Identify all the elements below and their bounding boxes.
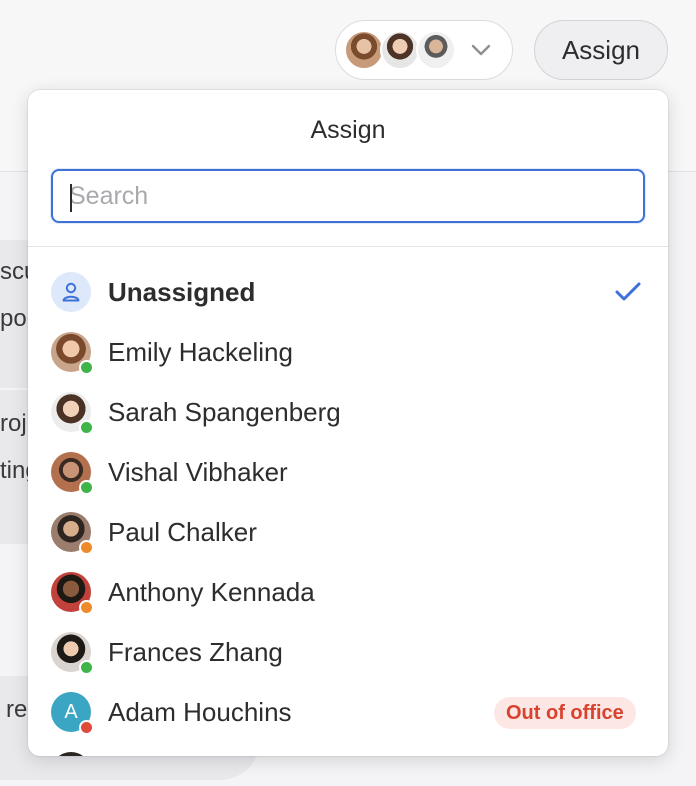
status-online-icon: [79, 480, 94, 495]
list-item-label: Frances Zhang: [108, 637, 283, 667]
avatar: [51, 512, 94, 555]
avatar: A: [51, 692, 94, 735]
status-away-icon: [79, 540, 94, 555]
text-caret: [70, 184, 72, 212]
user-icon: [51, 272, 91, 312]
assign-button[interactable]: Assign: [534, 20, 668, 80]
list-item-sarah-spangenberg[interactable]: Sarah Spangenberg: [28, 382, 668, 442]
avatar: [51, 632, 94, 675]
search-field[interactable]: [51, 169, 645, 223]
list-item-frances-zhang[interactable]: Frances Zhang: [28, 622, 668, 682]
background-text: po: [0, 305, 27, 332]
status-badge: Out of office: [494, 697, 636, 729]
status-online-icon: [79, 360, 94, 375]
avatar: [344, 30, 384, 70]
status-away-icon: [79, 600, 94, 615]
dropdown-title: Assign: [310, 116, 386, 144]
list-item-emily-hackeling[interactable]: Emily Hackeling: [28, 322, 668, 382]
assignee-list: Unassigned Emily Hackeling Sarah Spangen…: [28, 262, 668, 742]
background-text: re: [6, 696, 28, 723]
list-item-label: Anthony Kennada: [108, 577, 315, 607]
avatar: [416, 30, 456, 70]
list-item-vishal-vibhaker[interactable]: Vishal Vibhaker: [28, 442, 668, 502]
status-online-icon: [79, 420, 94, 435]
chevron-down-icon: [470, 39, 492, 61]
list-item-label: Emily Hackeling: [108, 337, 293, 367]
status-online-icon: [79, 660, 94, 675]
assign-dropdown: Assign Unassigned Emily Hac: [28, 90, 668, 756]
avatar: [51, 392, 94, 435]
status-busy-icon: [79, 720, 94, 735]
list-item-label: Paul Chalker: [108, 517, 257, 547]
list-item-adam-houchins[interactable]: A Adam Houchins Out of office: [28, 682, 668, 742]
list-item-anthony-kennada[interactable]: Anthony Kennada: [28, 562, 668, 622]
avatar: [51, 752, 91, 756]
checkmark-icon: [614, 280, 642, 304]
background-text: roj: [0, 410, 27, 437]
list-item-paul-chalker[interactable]: Paul Chalker: [28, 502, 668, 562]
divider: [28, 246, 668, 247]
list-item-label: Sarah Spangenberg: [108, 397, 341, 427]
avatar: [51, 452, 94, 495]
list-item-label: Adam Houchins: [108, 697, 292, 727]
list-item-unassigned[interactable]: Unassigned: [28, 262, 668, 322]
search-input[interactable]: [53, 171, 643, 221]
assignees-selector[interactable]: [335, 20, 513, 80]
list-item-label: Unassigned: [108, 277, 256, 307]
avatar: [51, 572, 94, 615]
avatar: [380, 30, 420, 70]
list-item-label: Vishal Vibhaker: [108, 457, 288, 487]
avatar: [51, 332, 94, 375]
